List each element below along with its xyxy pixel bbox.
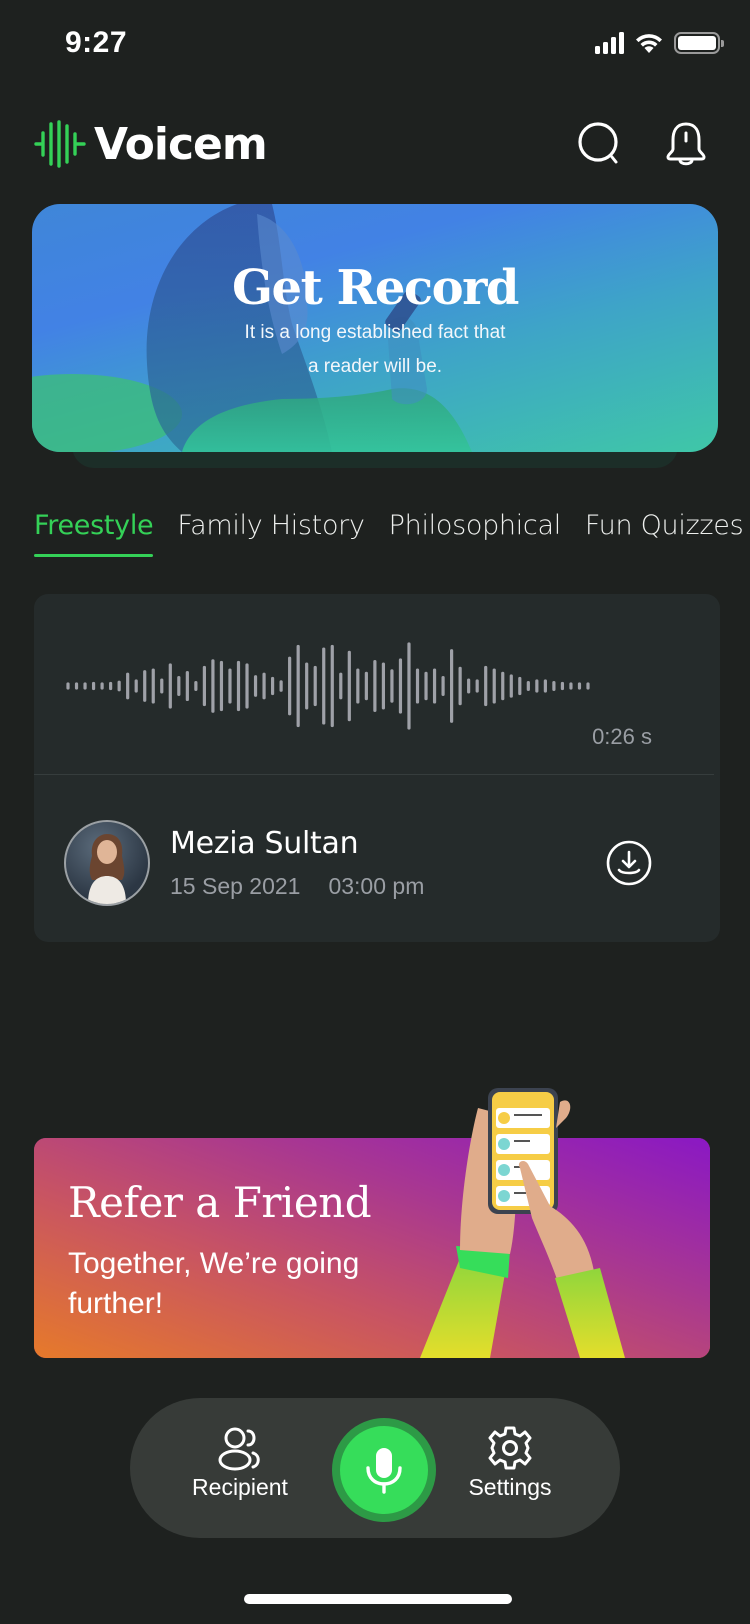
refer-title: Refer a Friend: [68, 1178, 372, 1227]
nav-recipient-label: Recipient: [192, 1474, 288, 1500]
recording-date: 15 Sep 2021: [170, 873, 301, 899]
tab-philosophical[interactable]: Philosophical: [389, 510, 562, 557]
recording-time: 03:00 pm: [328, 873, 425, 899]
refer-friend-banner[interactable]: Refer a Friend Together, We’re going fur…: [34, 1088, 710, 1358]
banner-title: Get Record: [232, 260, 519, 316]
status-time: 9:27: [65, 26, 128, 59]
search-icon: [578, 122, 618, 164]
status-icons: [595, 32, 724, 54]
bottom-nav: Recipient Settings: [130, 1398, 620, 1538]
battery-icon: [674, 32, 724, 54]
tab-fun-quizzes[interactable]: Fun Quizzes: [585, 510, 744, 557]
app-logo: Voicem: [34, 118, 268, 170]
banner-subtitle-line2: a reader will be.: [307, 355, 443, 377]
wifi-icon: [636, 34, 662, 53]
recording-card[interactable]: 0:26 s Mezia Sultan 15 Sep 2021 03:00 pm: [34, 594, 720, 942]
download-button[interactable]: [606, 840, 652, 886]
recording-author: Mezia Sultan 15 Sep 2021 03:00 pm: [64, 818, 690, 908]
card-divider: [34, 774, 714, 775]
nav-recipient[interactable]: Recipient: [175, 1424, 305, 1501]
nav-settings-label: Settings: [468, 1474, 552, 1500]
nav-settings[interactable]: Settings: [445, 1424, 575, 1501]
refer-subtitle-line1: Together, We’re going: [68, 1247, 360, 1280]
status-bar: 9:27: [0, 0, 750, 90]
tab-family-history[interactable]: Family History: [177, 510, 365, 557]
record-button[interactable]: [332, 1418, 436, 1522]
hands-phone-illustration: [420, 1088, 625, 1358]
user-name: Mezia Sultan: [170, 826, 359, 861]
tab-freestyle[interactable]: Freestyle: [34, 510, 154, 557]
avatar-photo: [88, 834, 126, 904]
banner-subtitle-line1: It is a long established fact that: [244, 321, 506, 343]
microphone-icon: [366, 1448, 402, 1494]
home-indicator[interactable]: [244, 1594, 512, 1604]
soundwave-logo-icon: [34, 120, 86, 168]
avatar[interactable]: [64, 820, 150, 906]
audio-waveform[interactable]: [62, 630, 622, 742]
cellular-signal-icon: [595, 32, 624, 54]
app-name: Voicem: [94, 118, 268, 170]
users-icon: [218, 1427, 260, 1471]
refer-subtitle-line2: further!: [68, 1287, 164, 1320]
refer-subtitle: Together, We’re going further!: [68, 1244, 359, 1324]
gear-icon: [488, 1426, 532, 1470]
app-header: Voicem: [34, 112, 716, 176]
search-button[interactable]: [576, 120, 624, 168]
notifications-button[interactable]: [662, 120, 710, 168]
download-icon: [606, 840, 652, 886]
category-tabs: Freestyle Family History Philosophical F…: [34, 510, 744, 557]
get-record-banner[interactable]: Get Record It is a long established fact…: [32, 204, 718, 452]
recording-duration: 0:26 s: [592, 724, 652, 749]
bell-icon: [666, 122, 706, 166]
